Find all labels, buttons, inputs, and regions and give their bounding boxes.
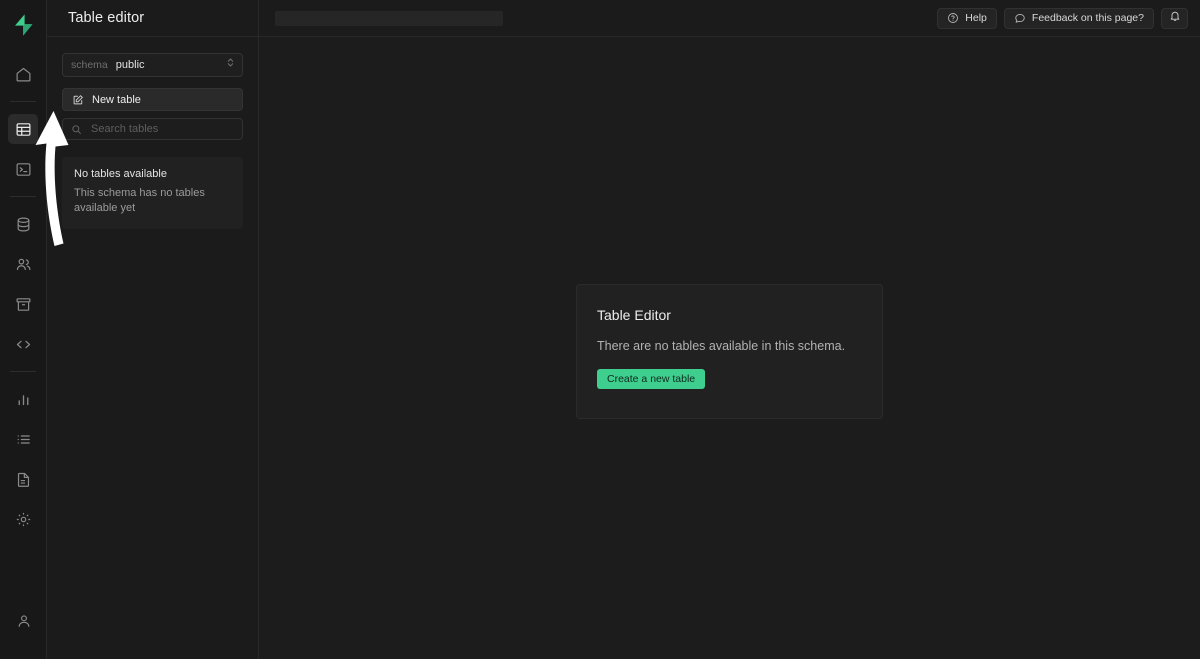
gear-icon xyxy=(15,511,32,528)
chat-bubble-icon xyxy=(1014,12,1026,24)
document-icon xyxy=(15,471,32,488)
header-actions: Help Feedback on this page? xyxy=(937,7,1188,29)
create-new-table-button[interactable]: Create a new table xyxy=(597,369,706,389)
panel-body: schema public New table Search tables No… xyxy=(47,37,258,229)
sidebar-item-logs[interactable] xyxy=(8,424,38,454)
breadcrumb-loading-skeleton xyxy=(275,10,503,26)
supabase-lightning-logo[interactable] xyxy=(0,6,47,44)
feedback-label: Feedback on this page? xyxy=(1031,12,1144,24)
schema-label: schema xyxy=(71,59,108,71)
top-header: Help Feedback on this page? xyxy=(259,0,1200,37)
schema-selector[interactable]: schema public xyxy=(62,53,243,77)
account-button[interactable] xyxy=(9,606,39,636)
sidebar-item-storage[interactable] xyxy=(8,289,38,319)
help-label: Help xyxy=(965,12,987,24)
sidebar-item-home[interactable] xyxy=(8,59,38,89)
no-tables-text: This schema has no tables available yet xyxy=(74,187,205,214)
search-input[interactable] xyxy=(91,123,234,135)
chevron-up-down-icon xyxy=(226,56,235,74)
card-description: There are no tables available in this sc… xyxy=(597,339,846,353)
table-icon xyxy=(15,121,32,138)
bar-chart-icon xyxy=(15,391,32,408)
help-button[interactable]: Help xyxy=(937,7,997,29)
users-icon xyxy=(15,256,32,273)
rail-divider xyxy=(10,196,36,197)
icon-rail xyxy=(0,0,47,659)
rail-bottom xyxy=(0,601,47,641)
no-tables-title: No tables available xyxy=(74,168,167,180)
sidebar-item-table-editor[interactable] xyxy=(8,114,38,144)
archive-box-icon xyxy=(15,296,32,313)
user-icon xyxy=(16,613,32,629)
search-icon xyxy=(71,124,82,135)
home-icon xyxy=(15,66,32,83)
rail-items xyxy=(0,54,46,539)
panel-header: Table editor xyxy=(47,0,258,37)
new-table-button[interactable]: New table xyxy=(62,88,243,111)
no-tables-card: No tables available This schema has no t… xyxy=(62,157,243,229)
rail-divider xyxy=(10,371,36,372)
edit-square-icon xyxy=(72,94,84,106)
sidebar-item-database[interactable] xyxy=(8,209,38,239)
database-icon xyxy=(15,216,32,233)
feedback-button[interactable]: Feedback on this page? xyxy=(1003,7,1154,29)
sidebar-item-authentication[interactable] xyxy=(8,249,38,279)
bell-icon xyxy=(1169,9,1181,27)
notifications-button[interactable] xyxy=(1161,7,1188,29)
new-table-label: New table xyxy=(92,93,141,106)
schema-value: public xyxy=(115,59,145,71)
table-editor-panel: Table editor schema public New table Sea… xyxy=(47,0,259,659)
rail-divider xyxy=(10,101,36,102)
search-tables-box[interactable] xyxy=(62,118,243,140)
sidebar-item-sql-editor[interactable] xyxy=(8,154,38,184)
terminal-icon xyxy=(15,161,32,178)
main-stage: Table Editor There are no tables availab… xyxy=(259,37,1200,659)
page-title: Table editor xyxy=(68,10,145,26)
code-brackets-icon xyxy=(15,336,32,353)
sidebar-item-docs[interactable] xyxy=(8,464,38,494)
table-editor-empty-card: Table Editor There are no tables availab… xyxy=(576,284,883,419)
list-icon xyxy=(15,431,32,448)
sidebar-item-settings[interactable] xyxy=(8,504,38,534)
question-circle-icon xyxy=(947,12,959,24)
sidebar-item-api[interactable] xyxy=(8,329,38,359)
sidebar-item-reports[interactable] xyxy=(8,384,38,414)
card-title: Table Editor xyxy=(597,307,671,323)
